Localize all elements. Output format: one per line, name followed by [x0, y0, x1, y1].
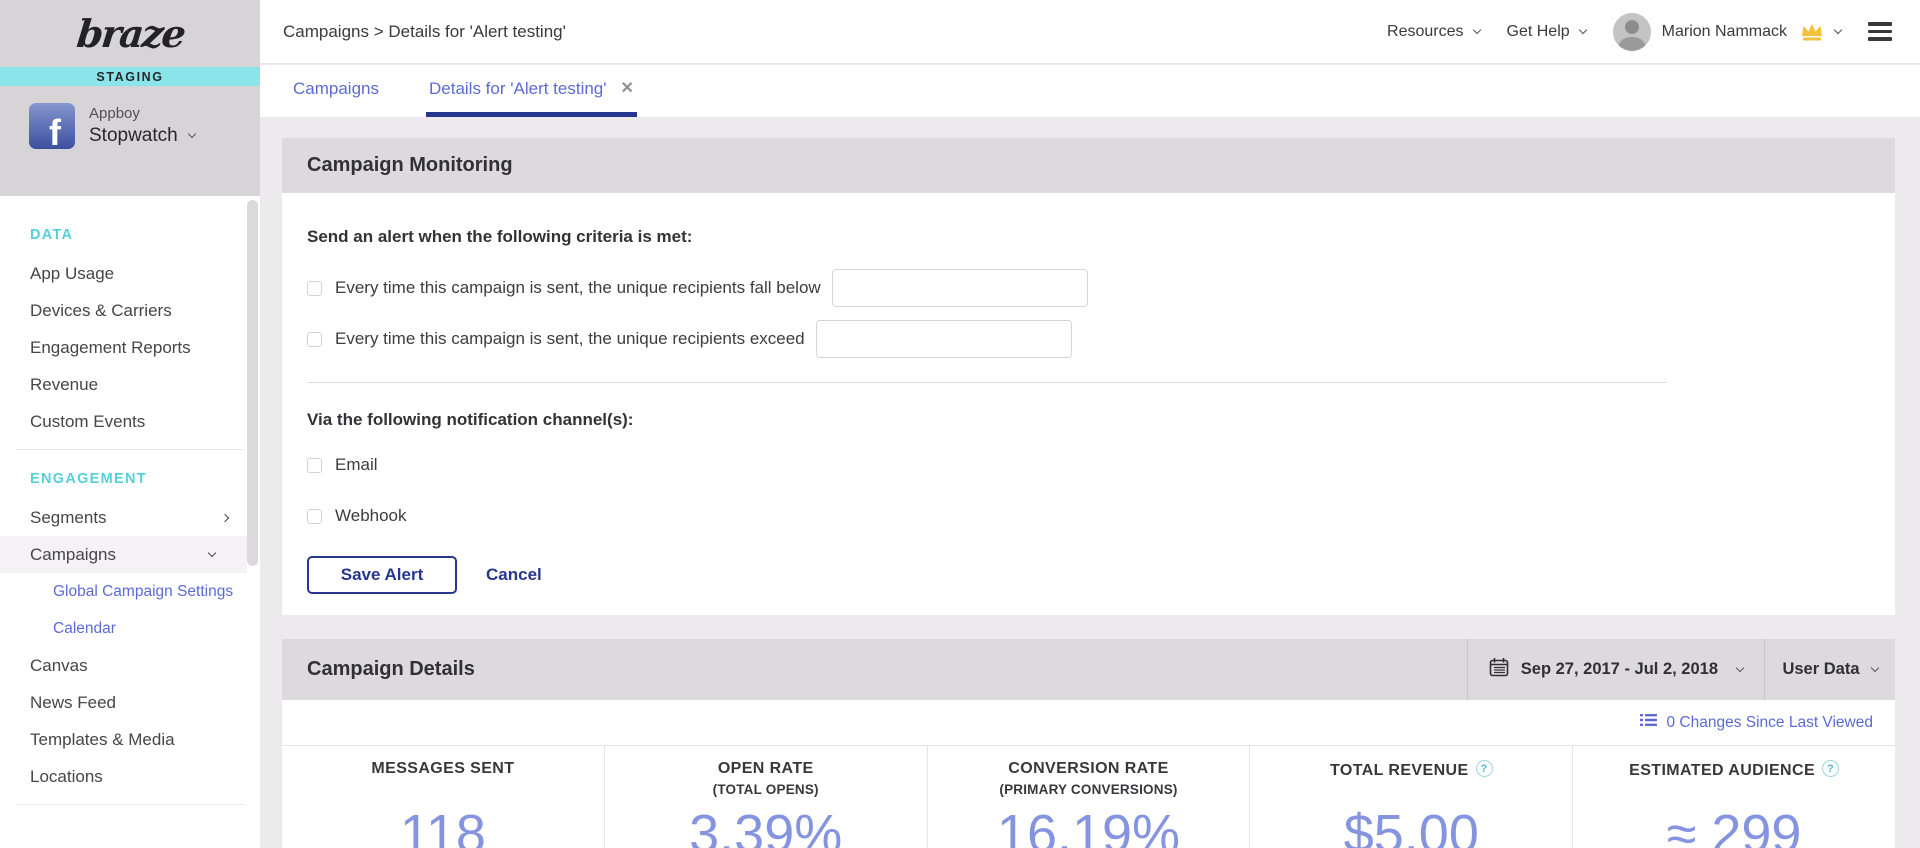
- user-menu[interactable]: Marion Nammack: [1613, 13, 1841, 51]
- user-name: Marion Nammack: [1662, 23, 1787, 41]
- email-checkbox[interactable]: [307, 458, 322, 473]
- webhook-label: Webhook: [335, 506, 407, 526]
- sidebar-item-segments[interactable]: Segments: [0, 499, 260, 536]
- fall-below-input[interactable]: [832, 269, 1088, 307]
- stat-estimated-audience: ESTIMATED AUDIENCE? ≈ 299: [1572, 746, 1895, 848]
- chevron-down-icon: [208, 548, 216, 556]
- sidebar-item-news-feed[interactable]: News Feed: [0, 684, 260, 721]
- sidebar-item-app-usage[interactable]: App Usage: [0, 255, 260, 292]
- avatar: [1613, 13, 1651, 51]
- braze-logo: braze: [74, 11, 186, 56]
- section-divider: [307, 382, 1667, 383]
- stat-conversion-rate: CONVERSION RATE (PRIMARY CONVERSIONS) 16…: [927, 746, 1250, 848]
- sidebar-scrollbar-thumb[interactable]: [247, 200, 258, 566]
- channel-row: Webhook: [307, 506, 1895, 526]
- breadcrumb: Campaigns > Details for 'Alert testing': [283, 22, 566, 42]
- environment-badge: STAGING: [0, 67, 260, 86]
- help-icon[interactable]: ?: [1476, 760, 1493, 777]
- stat-value: 118: [282, 803, 604, 848]
- sidebar-section-data: DATA: [0, 215, 260, 255]
- list-icon: [1640, 713, 1657, 732]
- app-name: Stopwatch: [89, 125, 178, 147]
- date-range-value: Sep 27, 2017 - Jul 2, 2018: [1521, 660, 1718, 679]
- sidebar-item-canvas[interactable]: Canvas: [0, 647, 260, 684]
- fall-below-label: Every time this campaign is sent, the un…: [335, 278, 821, 298]
- date-range-picker[interactable]: Sep 27, 2017 - Jul 2, 2018: [1467, 639, 1764, 700]
- fall-below-checkbox[interactable]: [307, 281, 322, 296]
- top-bar: Campaigns > Details for 'Alert testing' …: [260, 0, 1920, 64]
- stat-open-rate: OPEN RATE (TOTAL OPENS) 3.39%: [604, 746, 927, 848]
- main-content: Campaign Monitoring Send an alert when t…: [260, 117, 1920, 848]
- sidebar-item-templates-media[interactable]: Templates & Media: [0, 721, 260, 758]
- chevron-down-icon: [1834, 25, 1842, 33]
- stat-value: 16.19%: [928, 803, 1250, 848]
- account-switcher[interactable]: f Appboy Stopwatch: [0, 86, 260, 149]
- sidebar-item-revenue[interactable]: Revenue: [0, 366, 260, 403]
- cancel-button[interactable]: Cancel: [486, 565, 542, 585]
- criteria-heading: Send an alert when the following criteri…: [307, 227, 1895, 247]
- sidebar-item-engagement-reports[interactable]: Engagement Reports: [0, 329, 260, 366]
- close-tab-icon[interactable]: ✕: [621, 81, 634, 97]
- get-help-menu[interactable]: Get Help: [1507, 23, 1586, 41]
- campaign-details-header: Campaign Details Sep 27, 2017 - Jul 2, 2…: [282, 639, 1895, 700]
- campaign-monitoring-panel: Campaign Monitoring Send an alert when t…: [282, 138, 1895, 615]
- data-view-value: User Data: [1782, 660, 1859, 679]
- stat-messages-sent: MESSAGES SENT 118: [282, 746, 604, 848]
- sidebar-divider: [16, 804, 244, 805]
- sidebar-section-engagement: ENGAGEMENT: [0, 459, 260, 499]
- email-label: Email: [335, 455, 378, 475]
- stat-value: ≈ 299: [1573, 803, 1895, 848]
- sidebar-subitem-calendar[interactable]: Calendar: [0, 610, 260, 647]
- tab-details-alert-testing[interactable]: Details for 'Alert testing' ✕: [426, 65, 637, 117]
- stats-row: MESSAGES SENT 118 OPEN RATE (TOTAL OPENS…: [282, 745, 1895, 848]
- resources-menu[interactable]: Resources: [1387, 23, 1479, 41]
- exceed-input[interactable]: [816, 320, 1072, 358]
- facebook-app-icon: f: [29, 103, 75, 149]
- changes-row: 0 Changes Since Last Viewed: [282, 700, 1895, 745]
- chevron-down-icon: [1472, 25, 1480, 33]
- help-icon[interactable]: ?: [1822, 760, 1839, 777]
- sidebar-subitem-global-campaign-settings[interactable]: Global Campaign Settings: [0, 573, 260, 610]
- chevron-down-icon: [1736, 663, 1744, 671]
- sidebar-item-devices-carriers[interactable]: Devices & Carriers: [0, 292, 260, 329]
- tab-strip: Campaigns Details for 'Alert testing' ✕: [260, 65, 1920, 117]
- tab-campaigns[interactable]: Campaigns: [290, 65, 382, 117]
- sidebar-item-locations[interactable]: Locations: [0, 758, 260, 795]
- sidebar-item-custom-events[interactable]: Custom Events: [0, 403, 260, 440]
- chevron-right-icon: [221, 513, 229, 521]
- chevron-down-icon: [187, 130, 195, 138]
- alert-criteria-row: Every time this campaign is sent, the un…: [307, 320, 1895, 358]
- sidebar-item-campaigns[interactable]: Campaigns: [0, 536, 247, 573]
- hamburger-menu-icon[interactable]: [1868, 22, 1892, 41]
- company-name: Appboy: [89, 105, 195, 122]
- exceed-checkbox[interactable]: [307, 332, 322, 347]
- campaign-details-panel: Campaign Details Sep 27, 2017 - Jul 2, 2…: [282, 639, 1895, 848]
- calendar-icon: [1489, 657, 1509, 682]
- sidebar-divider: [16, 449, 244, 450]
- stat-value: $5.00: [1250, 803, 1572, 848]
- exceed-label: Every time this campaign is sent, the un…: [335, 329, 805, 349]
- chevron-down-icon: [1578, 25, 1586, 33]
- webhook-checkbox[interactable]: [307, 509, 322, 524]
- campaign-details-title: Campaign Details: [282, 639, 1467, 700]
- changes-since-last-viewed-link[interactable]: 0 Changes Since Last Viewed: [1640, 713, 1873, 732]
- stat-value: 3.39%: [605, 803, 927, 848]
- campaign-monitoring-header: Campaign Monitoring: [282, 138, 1895, 193]
- sidebar: braze STAGING f Appboy Stopwatch DATA Ap…: [0, 0, 260, 848]
- crown-icon: [1800, 22, 1824, 41]
- channel-row: Email: [307, 455, 1895, 475]
- data-view-dropdown[interactable]: User Data: [1764, 639, 1895, 700]
- sidebar-header: braze STAGING f Appboy Stopwatch: [0, 0, 260, 196]
- channels-heading: Via the following notification channel(s…: [307, 410, 1895, 430]
- chevron-down-icon: [1870, 663, 1878, 671]
- stat-total-revenue: TOTAL REVENUE? $5.00: [1249, 746, 1572, 848]
- alert-criteria-row: Every time this campaign is sent, the un…: [307, 269, 1895, 307]
- sidebar-nav: DATA App Usage Devices & Carriers Engage…: [0, 196, 260, 805]
- save-alert-button[interactable]: Save Alert: [307, 556, 457, 594]
